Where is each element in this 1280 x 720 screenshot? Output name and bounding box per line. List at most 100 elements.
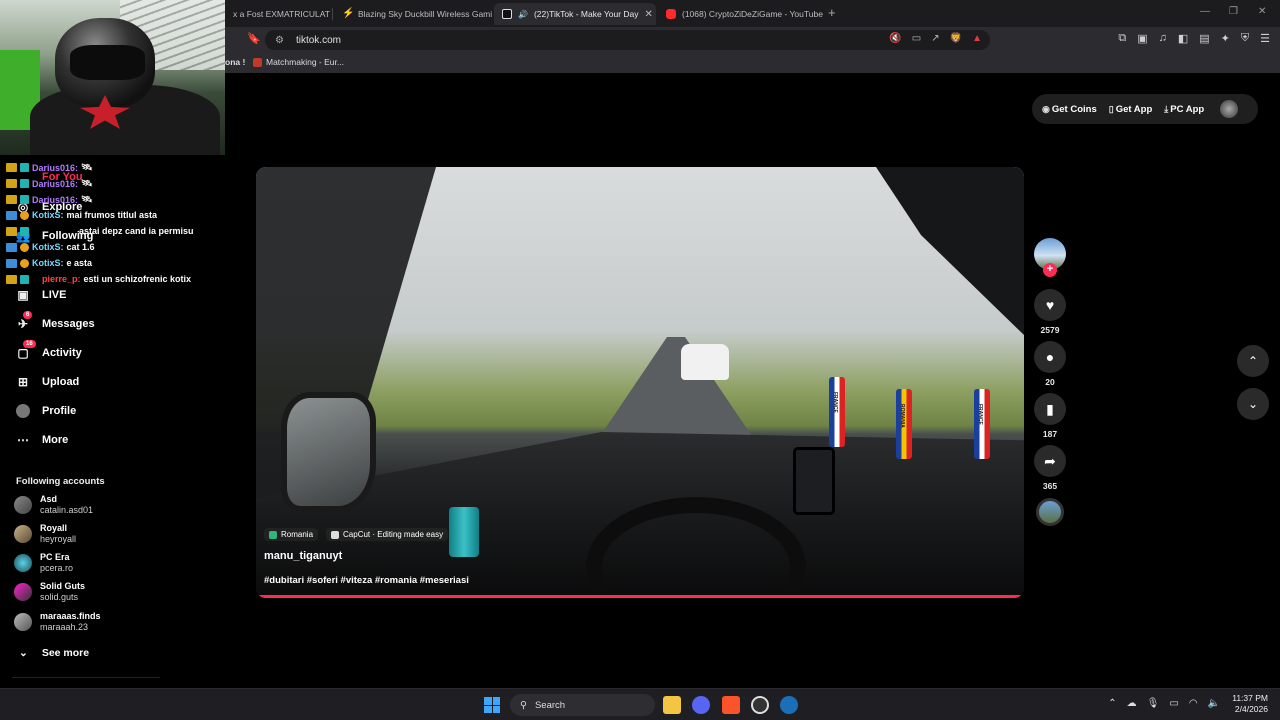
music-icon[interactable]: ♫: [1159, 32, 1167, 45]
account-item[interactable]: maraaas.finds maraaah.23: [14, 611, 101, 633]
bookmark-matchmaking[interactable]: Matchmaking - Eur...: [253, 57, 344, 67]
nav-messages[interactable]: ✈ 6 Messages: [16, 311, 95, 331]
bookmark-icon: ▮: [1046, 400, 1054, 417]
bookmark-icon[interactable]: 🔖: [247, 32, 261, 45]
brave-rewards-icon[interactable]: ▲: [972, 33, 982, 44]
next-video-button[interactable]: ⌄: [1237, 388, 1269, 420]
share-button[interactable]: ➦: [1034, 445, 1066, 477]
see-more-button[interactable]: ⌄ See more: [19, 647, 89, 659]
vpn-icon[interactable]: ⛨: [1241, 32, 1249, 45]
location-tag[interactable]: Romania: [264, 528, 319, 541]
cast-icon[interactable]: ▭: [912, 33, 921, 44]
music-disc-icon[interactable]: [1036, 498, 1064, 526]
volume-icon[interactable]: 🔈: [1208, 698, 1220, 709]
network-app-icon[interactable]: ☁: [1127, 698, 1137, 709]
tab-title: Blazing Sky Duckbill Wireless Gaming: [358, 9, 492, 19]
nav-upload[interactable]: ⊞ Upload: [16, 375, 79, 389]
url-field[interactable]: ⚙ tiktok.com 🔇 ▭ ↗ 🦁 ▲: [265, 30, 990, 50]
obs-icon[interactable]: [751, 696, 769, 714]
nav-profile[interactable]: Profile: [16, 404, 76, 418]
car-image: [681, 344, 729, 380]
chevron-up-icon[interactable]: ⌃: [1108, 698, 1116, 709]
pennant-label: FRANCE: [832, 392, 838, 413]
account-item[interactable]: PC Era pcera.ro: [14, 552, 73, 574]
tab-2[interactable]: ⚡ Blazing Sky Duckbill Wireless Gaming: [334, 3, 492, 25]
video-progress-bar[interactable]: [256, 595, 1024, 598]
brave-browser-icon[interactable]: [722, 696, 740, 714]
comment-button[interactable]: ●: [1034, 341, 1066, 373]
get-coins-button[interactable]: ◉ Get Coins: [1042, 104, 1097, 115]
sidebar-icon[interactable]: ◧: [1178, 32, 1188, 45]
screenshot-icon[interactable]: ▣: [1137, 32, 1147, 45]
chat-badge-icon: [20, 195, 29, 204]
plus-square-icon: ⊞: [17, 375, 29, 389]
divider: [12, 677, 160, 678]
pc-app-button[interactable]: ⤓ PC App: [1164, 104, 1204, 115]
chat-user: pierre_p:: [42, 274, 81, 284]
nav-more[interactable]: ⋯ More: [16, 433, 68, 447]
windows-start-icon[interactable]: [484, 697, 500, 713]
site-settings-icon[interactable]: ⚙: [275, 35, 284, 46]
nav-live[interactable]: ▣ LIVE: [16, 288, 66, 302]
pennant-flag: ROMANIA: [896, 389, 912, 459]
tab-tiktok[interactable]: 🔊 (22)TikTok - Make Your Day ✕: [494, 3, 656, 25]
webcam-overlay: [0, 0, 225, 155]
get-app-button[interactable]: ▯ Get App: [1109, 104, 1153, 115]
capcut-tag[interactable]: CapCut · Editing made easy: [326, 528, 449, 541]
file-explorer-icon[interactable]: [663, 696, 681, 714]
tab-1[interactable]: x a Fost EXMATRICULAT di: [225, 3, 330, 25]
save-button[interactable]: ▮: [1034, 393, 1066, 425]
menu-icon[interactable]: ☰: [1260, 32, 1270, 45]
share-icon[interactable]: ↗: [931, 33, 939, 44]
mute-icon[interactable]: 🔇: [889, 33, 901, 44]
nav-activity[interactable]: ▢ 16 Activity: [16, 340, 82, 360]
steam-icon[interactable]: [780, 696, 798, 714]
restore-icon[interactable]: ❐: [1229, 6, 1238, 17]
minimize-icon[interactable]: —: [1200, 6, 1210, 17]
new-tab-button[interactable]: +: [828, 5, 836, 20]
like-button[interactable]: ♥: [1034, 289, 1066, 321]
extensions-icon[interactable]: ⧉: [1118, 32, 1126, 45]
account-item[interactable]: Asd catalin.asd01: [14, 494, 93, 516]
chat-message: Darius016: 🛰: [6, 194, 92, 205]
phone-gps-image: [793, 447, 835, 515]
extension-icons: ⧉ ▣ ♫ ◧ ▤ ✦ ⛨ ☰: [1118, 32, 1270, 45]
close-window-icon[interactable]: ✕: [1258, 6, 1266, 17]
clock-time: 11:37 PM: [1232, 693, 1268, 703]
youtube-icon: [666, 9, 676, 19]
account-item[interactable]: Royall heyroyall: [14, 523, 76, 545]
chat-message: astai depz cand ia permisu: [6, 226, 194, 236]
video-hashtags[interactable]: #dubitari #soferi #viteza #romania #mese…: [264, 575, 469, 586]
pennant-flag: FRANCE: [829, 377, 845, 447]
close-tab-icon[interactable]: ✕: [645, 9, 653, 20]
nav-label: Upload: [42, 376, 80, 388]
account-name: PC Era: [40, 552, 70, 562]
user-avatar[interactable]: [1220, 100, 1239, 118]
leo-icon[interactable]: ✦: [1221, 32, 1230, 45]
brave-shields-icon[interactable]: 🦁: [950, 33, 962, 44]
video-author[interactable]: manu_tiganuyt: [264, 550, 342, 562]
taskbar-search[interactable]: ⚲ Search: [510, 694, 655, 716]
display-icon[interactable]: ▭: [1169, 698, 1178, 709]
pennant-label: FRANCE: [977, 404, 983, 425]
wallet-icon[interactable]: ▤: [1199, 32, 1209, 45]
chat-badge-icon: [20, 226, 29, 236]
previous-video-button[interactable]: ⌃: [1237, 345, 1269, 377]
microphone-icon[interactable]: 🎙: [1147, 698, 1160, 709]
tab-youtube[interactable]: (1068) CryptoZiDeZiGame - YouTube: [658, 3, 823, 25]
account-item[interactable]: Solid Guts solid.guts: [14, 581, 85, 603]
profile-avatar-icon: [16, 404, 30, 418]
chat-badge-icon: [20, 274, 29, 284]
location-label: Romania: [281, 530, 314, 539]
follow-plus-icon[interactable]: +: [1043, 263, 1057, 277]
taskbar-clock[interactable]: 11:37 PM 2/4/2026: [1232, 693, 1268, 715]
account-handle: maraaah.23: [40, 622, 89, 632]
bookmark-partial[interactable]: ona !: [225, 57, 245, 67]
video-player[interactable]: FRANCE ROMANIA FRANCE Romania CapCut · E…: [256, 167, 1024, 598]
wifi-icon[interactable]: ◠: [1189, 698, 1198, 709]
following-accounts-title: Following accounts: [16, 476, 105, 487]
mod-badge-icon: [6, 242, 17, 252]
discord-icon[interactable]: [692, 696, 710, 714]
send-icon: ✈ 6: [16, 311, 33, 331]
pc-app-label: PC App: [1170, 103, 1205, 115]
